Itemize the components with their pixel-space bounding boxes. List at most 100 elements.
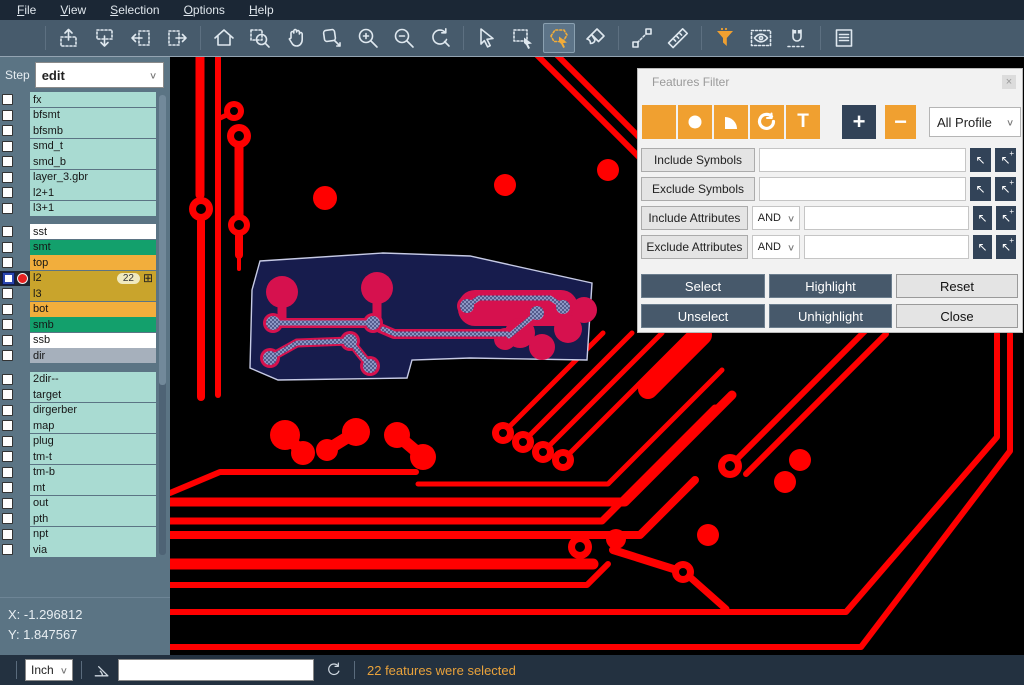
zoom-previous-button[interactable] bbox=[424, 23, 456, 53]
shift-left-button[interactable] bbox=[125, 23, 157, 53]
filter-text-button[interactable]: T bbox=[786, 105, 820, 139]
layer-checkbox[interactable] bbox=[2, 498, 13, 509]
include-symbols-button[interactable]: Include Symbols bbox=[641, 148, 755, 172]
layer-checkbox[interactable] bbox=[2, 94, 13, 105]
exclude-attributes-operator-select[interactable]: AND ∨ bbox=[752, 235, 800, 259]
layer-row-sst[interactable]: sst bbox=[0, 224, 170, 239]
layer-checkbox[interactable] bbox=[2, 141, 13, 152]
pick-attribute-button[interactable]: ↖ bbox=[973, 235, 993, 259]
pick-symbol-button[interactable]: ↖ bbox=[970, 148, 991, 172]
layer-checkbox[interactable] bbox=[2, 482, 13, 493]
layer-row-smt[interactable]: smt bbox=[0, 240, 170, 255]
layer-checkbox-zone[interactable] bbox=[0, 302, 30, 317]
layer-row-smd_t[interactable]: smd_t bbox=[0, 139, 170, 154]
layer-checkbox-zone[interactable] bbox=[0, 92, 30, 107]
exclude-symbols-button[interactable]: Exclude Symbols bbox=[641, 177, 755, 201]
layer-checkbox[interactable] bbox=[2, 288, 13, 299]
zoom-out-button[interactable] bbox=[388, 23, 420, 53]
layer-row-smd_b[interactable]: smd_b bbox=[0, 154, 170, 169]
layer-color-bar[interactable]: smd_b bbox=[30, 154, 156, 169]
layer-checkbox-zone[interactable] bbox=[0, 465, 30, 480]
layer-checkbox-zone[interactable] bbox=[0, 185, 30, 200]
clean-brush-button[interactable] bbox=[579, 23, 611, 53]
layer-row-l3+1[interactable]: l3+1 bbox=[0, 201, 170, 216]
grid-icon[interactable]: ⊞ bbox=[143, 272, 153, 284]
filter-line-button[interactable] bbox=[642, 105, 676, 139]
layer-checkbox-zone[interactable] bbox=[0, 434, 30, 449]
layer-row-l2+1[interactable]: l2+1 bbox=[0, 185, 170, 200]
layer-row-npt[interactable]: npt bbox=[0, 527, 170, 542]
layer-color-bar[interactable]: top bbox=[30, 255, 156, 270]
view-options-button[interactable] bbox=[745, 23, 777, 53]
exclude-attributes-button[interactable]: Exclude Attributes bbox=[641, 235, 748, 259]
layer-row-map[interactable]: map bbox=[0, 418, 170, 433]
layer-row-tm-t[interactable]: tm-t bbox=[0, 449, 170, 464]
layer-row-2dir--[interactable]: 2dir-- bbox=[0, 372, 170, 387]
layer-checkbox-zone[interactable] bbox=[0, 348, 30, 363]
layer-checkbox-zone[interactable] bbox=[0, 123, 30, 138]
layer-checkbox-zone[interactable] bbox=[0, 139, 30, 154]
pan-hand-button[interactable] bbox=[280, 23, 312, 53]
layer-row-plug[interactable]: plug bbox=[0, 434, 170, 449]
sidebar-scrollbar[interactable] bbox=[159, 95, 166, 555]
layer-color-bar[interactable]: fx bbox=[30, 92, 156, 107]
profile-select[interactable]: All Profile ∨ bbox=[929, 107, 1021, 137]
layer-checkbox[interactable] bbox=[2, 125, 13, 136]
pick-add-symbol-button[interactable]: ↖+ bbox=[995, 177, 1016, 201]
layer-checkbox-zone[interactable] bbox=[0, 333, 30, 348]
pick-add-attribute-button[interactable]: ↖+ bbox=[996, 206, 1016, 230]
layer-color-bar[interactable]: via bbox=[30, 542, 156, 557]
layer-color-bar[interactable]: bfsmt bbox=[30, 108, 156, 123]
layer-checkbox-zone[interactable] bbox=[0, 403, 30, 418]
zoom-object-button[interactable] bbox=[316, 23, 348, 53]
features-filter-button[interactable] bbox=[709, 23, 741, 53]
menu-selection[interactable]: Selection bbox=[99, 2, 170, 18]
filter-surface-button[interactable] bbox=[714, 105, 748, 139]
layer-checkbox[interactable] bbox=[2, 350, 13, 361]
layer-color-bar[interactable]: map bbox=[30, 418, 156, 433]
layer-color-bar[interactable]: sst bbox=[30, 224, 156, 239]
pick-add-attribute-button[interactable]: ↖+ bbox=[996, 235, 1016, 259]
menu-options[interactable]: Options bbox=[173, 2, 236, 18]
filter-remove-button[interactable]: − bbox=[885, 105, 916, 139]
unit-select[interactable]: Inch ∨ bbox=[25, 659, 73, 681]
layer-checkbox[interactable] bbox=[2, 544, 13, 555]
layer-checkbox-zone[interactable] bbox=[0, 542, 30, 557]
exclude-symbols-input[interactable] bbox=[759, 177, 966, 201]
exclude-attributes-input[interactable] bbox=[804, 235, 969, 259]
menu-file[interactable]: File bbox=[6, 2, 47, 18]
menu-view[interactable]: View bbox=[49, 2, 97, 18]
dialog-close-button[interactable]: × bbox=[1002, 75, 1016, 89]
layer-checkbox-zone[interactable] bbox=[0, 387, 30, 402]
dialog-titlebar[interactable]: Features Filter × bbox=[638, 69, 1022, 95]
layer-color-bar[interactable]: pth bbox=[30, 511, 156, 526]
layer-color-bar[interactable]: l222⊞ bbox=[30, 271, 156, 286]
layer-checkbox-zone[interactable] bbox=[0, 170, 30, 185]
layer-color-bar[interactable]: bot bbox=[30, 302, 156, 317]
open-file-button[interactable] bbox=[6, 23, 38, 53]
highlight-button[interactable]: Highlight bbox=[769, 274, 892, 298]
menu-help[interactable]: Help bbox=[238, 2, 285, 18]
layer-checkbox-zone[interactable] bbox=[0, 372, 30, 387]
layer-checkbox[interactable] bbox=[2, 513, 13, 524]
unselect-button[interactable]: Unselect bbox=[641, 304, 765, 328]
layer-color-bar[interactable]: npt bbox=[30, 527, 156, 542]
layer-checkbox[interactable] bbox=[2, 405, 13, 416]
layer-checkbox[interactable] bbox=[2, 203, 13, 214]
layer-row-pth[interactable]: pth bbox=[0, 511, 170, 526]
layer-row-via[interactable]: via bbox=[0, 542, 170, 557]
filter-arc-button[interactable] bbox=[750, 105, 784, 139]
layer-checkbox-zone[interactable] bbox=[0, 527, 30, 542]
layer-color-bar[interactable]: ssb bbox=[30, 333, 156, 348]
step-select[interactable]: edit ∨ bbox=[35, 62, 164, 88]
layer-checkbox-zone[interactable] bbox=[0, 224, 30, 239]
layer-row-out[interactable]: out bbox=[0, 496, 170, 511]
shift-down-button[interactable] bbox=[89, 23, 121, 53]
layer-color-bar[interactable]: bfsmb bbox=[30, 123, 156, 138]
include-attributes-button[interactable]: Include Attributes bbox=[641, 206, 748, 230]
layer-checkbox[interactable] bbox=[2, 436, 13, 447]
layer-color-bar[interactable]: smd_t bbox=[30, 139, 156, 154]
layer-checkbox-zone[interactable] bbox=[0, 317, 30, 332]
layer-color-bar[interactable]: dir bbox=[30, 348, 156, 363]
include-attributes-operator-select[interactable]: AND ∨ bbox=[752, 206, 800, 230]
